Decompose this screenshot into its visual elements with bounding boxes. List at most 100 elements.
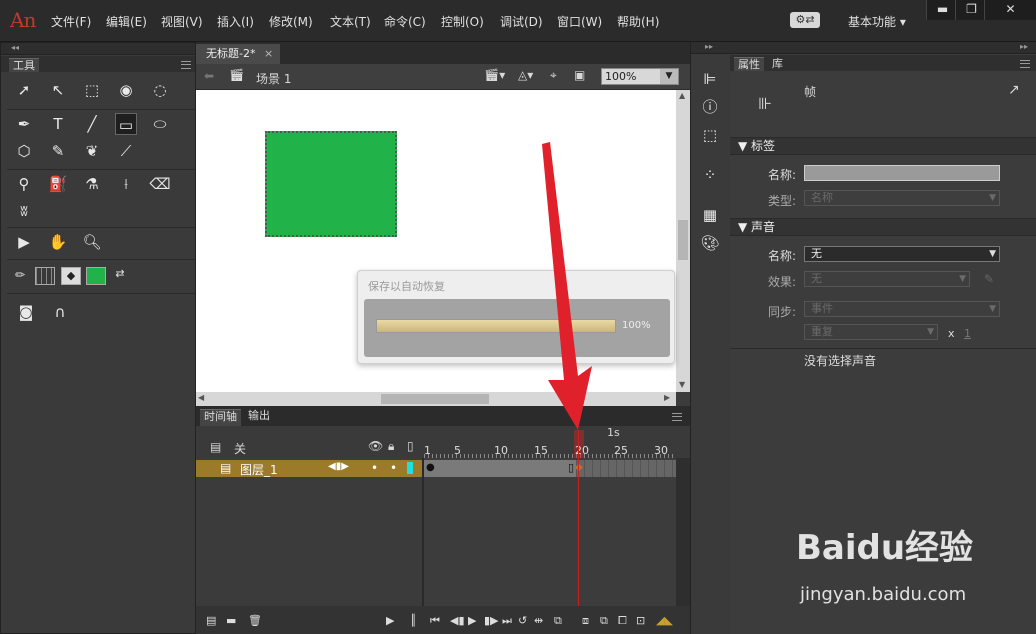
collapse-bar[interactable]: ▸▸ [730, 42, 1036, 54]
tab-properties[interactable]: 属性 [734, 57, 764, 71]
hand-tool-icon[interactable]: ✋ [47, 231, 69, 253]
frame-name-input[interactable] [804, 165, 1000, 181]
scroll-thumb[interactable] [678, 220, 688, 260]
tab-output[interactable]: 输出 [244, 409, 274, 426]
menu-modify[interactable]: 修改(M) [269, 13, 313, 30]
section-sound[interactable]: ▼ 声音 [730, 218, 1036, 236]
menu-text[interactable]: 文本(T) [330, 13, 371, 30]
scroll-thumb[interactable] [381, 394, 489, 404]
open-help-icon[interactable]: ↗ [1008, 82, 1020, 98]
tab-tools[interactable]: 工具 [9, 58, 39, 72]
tab-library[interactable]: 库 [768, 57, 787, 71]
panel-menu-icon[interactable] [672, 413, 682, 421]
play-icon[interactable]: ▶ [468, 614, 476, 627]
subselection-tool-icon[interactable]: ↖ [47, 79, 69, 101]
text-tool-icon[interactable]: T [47, 113, 69, 135]
rectangle-tool-icon[interactable]: ▭ [115, 113, 137, 135]
panel-menu-icon[interactable] [181, 61, 191, 69]
zoom-tool-icon[interactable]: 🔍︎ [81, 231, 103, 253]
scroll-down-icon[interactable]: ▼ [679, 380, 685, 389]
frame-span[interactable] [424, 460, 576, 477]
center-frame-icon[interactable]: ⇹ [534, 614, 543, 627]
stroke-swatch[interactable] [35, 267, 55, 285]
camera-icon[interactable]: ▶ [386, 614, 394, 627]
menu-file[interactable]: 文件(F) [51, 13, 91, 30]
next-frame-icon[interactable]: ▮▶ [484, 614, 499, 627]
section-label[interactable]: ▼ 标签 [730, 137, 1036, 155]
maximize-button[interactable]: ❐ [955, 0, 987, 20]
3d-rotation-tool-icon[interactable]: ◉ [115, 79, 137, 101]
swatches-icon[interactable]: ▦ [699, 204, 721, 226]
outline-icon[interactable]: ▯ [407, 439, 414, 453]
pen-tool-icon[interactable]: ✒ [13, 113, 35, 135]
minimize-button[interactable]: ▬ [926, 0, 958, 20]
eraser-tool-icon[interactable]: ⌫ [149, 173, 171, 195]
line-tool-icon[interactable]: ╱ [81, 113, 103, 135]
collapse-bar[interactable]: ◂◂ [1, 43, 195, 55]
clip-stage-icon[interactable]: ▣ [574, 68, 585, 82]
polystar-tool-icon[interactable]: ⬡ [13, 140, 35, 162]
swap-colors-icon[interactable]: ⇄ [109, 263, 131, 285]
paint-brush-tool-icon[interactable]: ❦ [81, 140, 103, 162]
lasso-tool-icon[interactable]: ◌ [149, 79, 171, 101]
eyedropper-tool-icon[interactable]: ⟊ [115, 173, 137, 195]
layer-row[interactable]: ▤ 图层_1 ◀▮▶ • • [196, 460, 422, 477]
menu-view[interactable]: 视图(V) [161, 13, 203, 30]
first-frame-icon[interactable]: ⏮ [430, 614, 440, 628]
end-frame-icon[interactable]: ▯ [568, 461, 574, 474]
scroll-left-icon[interactable]: ◀ [198, 393, 204, 402]
panel-menu-icon[interactable] [1020, 60, 1030, 68]
brush-tool-icon[interactable]: ⟋ [115, 140, 137, 162]
layer-depth-icon[interactable]: ║ [410, 614, 417, 627]
motion-presets-icon[interactable]: ⁘ [699, 164, 721, 186]
bone-tool-icon[interactable]: ⚲ [13, 173, 35, 195]
frames-row[interactable]: ● ▯ ◆ [424, 460, 676, 477]
menu-debug[interactable]: 调试(D) [500, 13, 543, 30]
modify-markers-icon[interactable]: ⧠ [618, 614, 627, 628]
free-transform-tool-icon[interactable]: ⬚ [81, 79, 103, 101]
zoom-select[interactable]: 100% ▼ [601, 68, 679, 85]
workspace-switcher[interactable]: 基本功能 ▾ [848, 13, 906, 30]
vertical-scrollbar[interactable]: ▲ ▼ [676, 90, 690, 392]
lock-icon[interactable]: 🔒︎ [388, 439, 394, 454]
fill-swatch[interactable] [86, 267, 106, 285]
menu-commands[interactable]: 命令(C) [384, 13, 426, 30]
eye-icon[interactable]: 👁︎ [368, 439, 383, 453]
camera-tool-icon[interactable]: ▶ [13, 231, 35, 253]
menu-window[interactable]: 窗口(W) [557, 13, 602, 30]
back-arrow-icon[interactable]: ⬅ [204, 69, 214, 83]
prev-frame-icon[interactable]: ◀▮ [450, 614, 465, 627]
object-drawing-icon[interactable]: ◙ [15, 301, 37, 323]
collapse-bar[interactable]: ▸▸ [691, 42, 731, 54]
last-frame-icon[interactable]: ⏭ [502, 614, 512, 628]
zoom-timeline-icon[interactable]: ◢◣ [656, 614, 673, 627]
close-button[interactable]: ✕ [984, 0, 1036, 20]
edit-symbols-icon[interactable]: ◬▾ [518, 68, 533, 82]
menu-help[interactable]: 帮助(H) [617, 13, 659, 30]
selection-tool-icon[interactable]: ➚ [13, 79, 35, 101]
paint-bucket-tool-icon[interactable]: ⛽ [47, 173, 69, 195]
scroll-up-icon[interactable]: ▲ [679, 91, 685, 100]
ink-bottle-tool-icon[interactable]: ⚗ [81, 173, 103, 195]
tab-timeline[interactable]: 时间轴 [200, 409, 241, 426]
snap-magnet-icon[interactable]: ∩ [49, 301, 71, 323]
menu-insert[interactable]: 插入(I) [217, 13, 254, 30]
timeline-vscroll[interactable] [676, 458, 690, 606]
loop-icon[interactable]: ↺ [518, 614, 527, 627]
frames-area[interactable]: ● ▯ ◆ [424, 430, 676, 606]
visibility-dot[interactable]: • [371, 461, 378, 475]
color-palette-icon[interactable]: 🎨︎ [699, 232, 721, 254]
sync-settings-icon[interactable]: ⚙⇄ [790, 12, 820, 28]
oval-tool-icon[interactable]: ⬭ [149, 113, 171, 135]
empty-frames[interactable] [576, 460, 676, 477]
align-icon[interactable]: ⊫ [699, 68, 721, 90]
new-folder-icon[interactable]: ▬ [226, 614, 236, 627]
close-tab-icon[interactable]: × [264, 47, 273, 60]
new-layer-icon[interactable]: ▤ [206, 614, 216, 627]
delete-icon[interactable]: 🗑︎ [248, 614, 262, 627]
menu-edit[interactable]: 编辑(E) [106, 13, 147, 30]
layer-name[interactable]: 图层_1 [240, 461, 278, 478]
scroll-right-icon[interactable]: ▶ [664, 393, 670, 402]
green-rectangle-shape[interactable] [265, 131, 397, 237]
stroke-color-icon[interactable]: ✏ [9, 264, 31, 286]
